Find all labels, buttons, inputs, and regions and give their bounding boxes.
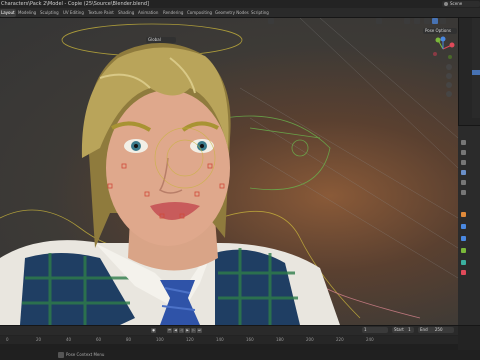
tab-layout[interactable]: Layout <box>0 9 16 17</box>
ruler-tick: 80 <box>126 337 132 342</box>
next-key-icon[interactable]: ▷ <box>191 328 196 333</box>
rig-guides <box>239 18 458 279</box>
start-value: 1 <box>408 327 411 332</box>
prev-key-icon[interactable]: ◀ <box>173 328 178 333</box>
record-button[interactable]: ● <box>151 328 156 333</box>
scene-selector[interactable]: Scene <box>442 1 480 7</box>
outliner-selected-row[interactable] <box>472 70 480 75</box>
visibility-icon[interactable] <box>376 18 382 24</box>
3d-viewport[interactable] <box>0 18 458 325</box>
ruler-tick: 40 <box>66 337 72 342</box>
perspective-toggle-icon[interactable] <box>446 91 452 97</box>
ruler-tick: 180 <box>276 337 284 342</box>
scene-tab-icon[interactable] <box>461 180 466 185</box>
constraint-tab-icon[interactable] <box>461 248 466 253</box>
ruler-tick: 0 <box>6 337 9 342</box>
ruler-tick: 120 <box>186 337 194 342</box>
status-hint: Pose Context Menu <box>66 352 105 357</box>
end-frame-field[interactable]: End 250 <box>418 327 454 333</box>
jump-start-icon[interactable]: ⏮ <box>167 328 172 333</box>
tab-scripting[interactable]: Scripting <box>250 9 270 17</box>
physics-tab-icon[interactable] <box>461 236 466 241</box>
play-icon[interactable]: ▶ <box>185 328 190 333</box>
ruler-tick: 200 <box>306 337 314 342</box>
view-layer-tab-icon[interactable] <box>461 170 466 175</box>
tab-texture-paint[interactable]: Texture Paint <box>87 9 115 17</box>
tool-tab-icon[interactable] <box>461 140 466 145</box>
transform-orientation-select[interactable]: Global <box>146 37 176 43</box>
scene-label: Scene <box>450 1 463 6</box>
tab-geometry-nodes[interactable]: Geometry Nodes <box>214 9 250 17</box>
rig-controls-green <box>224 115 331 191</box>
ruler-tick: 100 <box>156 337 164 342</box>
start-label: Start <box>394 327 404 332</box>
tab-rendering[interactable]: Rendering <box>162 9 184 17</box>
tab-uv-editing[interactable]: UV Editing <box>62 9 85 17</box>
tab-modeling[interactable]: Modeling <box>17 9 37 17</box>
playback-controls <box>0 326 458 335</box>
window-title: Characters\Pack 2\Model - Copie (25\Sour… <box>1 1 149 7</box>
camera-view-icon[interactable] <box>446 82 452 88</box>
tab-compositing[interactable]: Compositing <box>186 9 213 17</box>
current-frame-field[interactable]: 1 <box>362 327 388 333</box>
ruler-tick: 60 <box>96 337 102 342</box>
output-tab-icon[interactable] <box>461 160 466 165</box>
end-label: End <box>420 327 428 332</box>
start-frame-field[interactable]: Start 1 <box>392 327 414 333</box>
world-tab-icon[interactable] <box>461 190 466 195</box>
scene-render <box>0 18 458 325</box>
scene-icon <box>444 2 448 6</box>
viewport-header: Global Pose Options <box>0 18 458 43</box>
zoom-icon[interactable] <box>446 64 452 70</box>
mouse-right-icon <box>58 352 64 358</box>
workspace-tabs: Layout Modeling Sculpting UV Editing Tex… <box>0 8 480 18</box>
shading-material-icon[interactable] <box>432 18 438 24</box>
ruler-tick: 160 <box>246 337 254 342</box>
jump-end-icon[interactable]: ⏭ <box>197 328 202 333</box>
tab-shading[interactable]: Shading <box>117 9 135 17</box>
navigation-gizmo[interactable] <box>430 36 456 62</box>
data-tab-icon[interactable] <box>461 260 466 265</box>
pan-icon[interactable] <box>446 73 452 79</box>
ruler-tick: 240 <box>366 337 374 342</box>
render-tab-icon[interactable] <box>461 150 466 155</box>
ruler-tick: 220 <box>336 337 344 342</box>
overlay-icon[interactable] <box>404 18 410 24</box>
material-tab-icon[interactable] <box>461 270 466 275</box>
tab-sculpting[interactable]: Sculpting <box>39 9 60 17</box>
ruler-tick: 20 <box>36 337 42 342</box>
object-tab-icon[interactable] <box>461 212 466 217</box>
shading-rendered-icon[interactable] <box>440 18 446 24</box>
play-reverse-icon[interactable]: ◁ <box>179 328 184 333</box>
modifier-tab-icon[interactable] <box>461 224 466 229</box>
tab-animation[interactable]: Animation <box>137 9 159 17</box>
title-bar: Characters\Pack 2\Model - Copie (25\Sour… <box>0 0 480 8</box>
xray-icon[interactable] <box>414 18 420 24</box>
ruler-tick: 140 <box>216 337 224 342</box>
outliner[interactable] <box>472 18 480 118</box>
end-value: 250 <box>434 327 443 332</box>
shading-solid-icon[interactable] <box>424 18 430 24</box>
pose-options-button[interactable]: Pose Options <box>423 28 457 34</box>
snap-icon[interactable] <box>268 18 274 24</box>
